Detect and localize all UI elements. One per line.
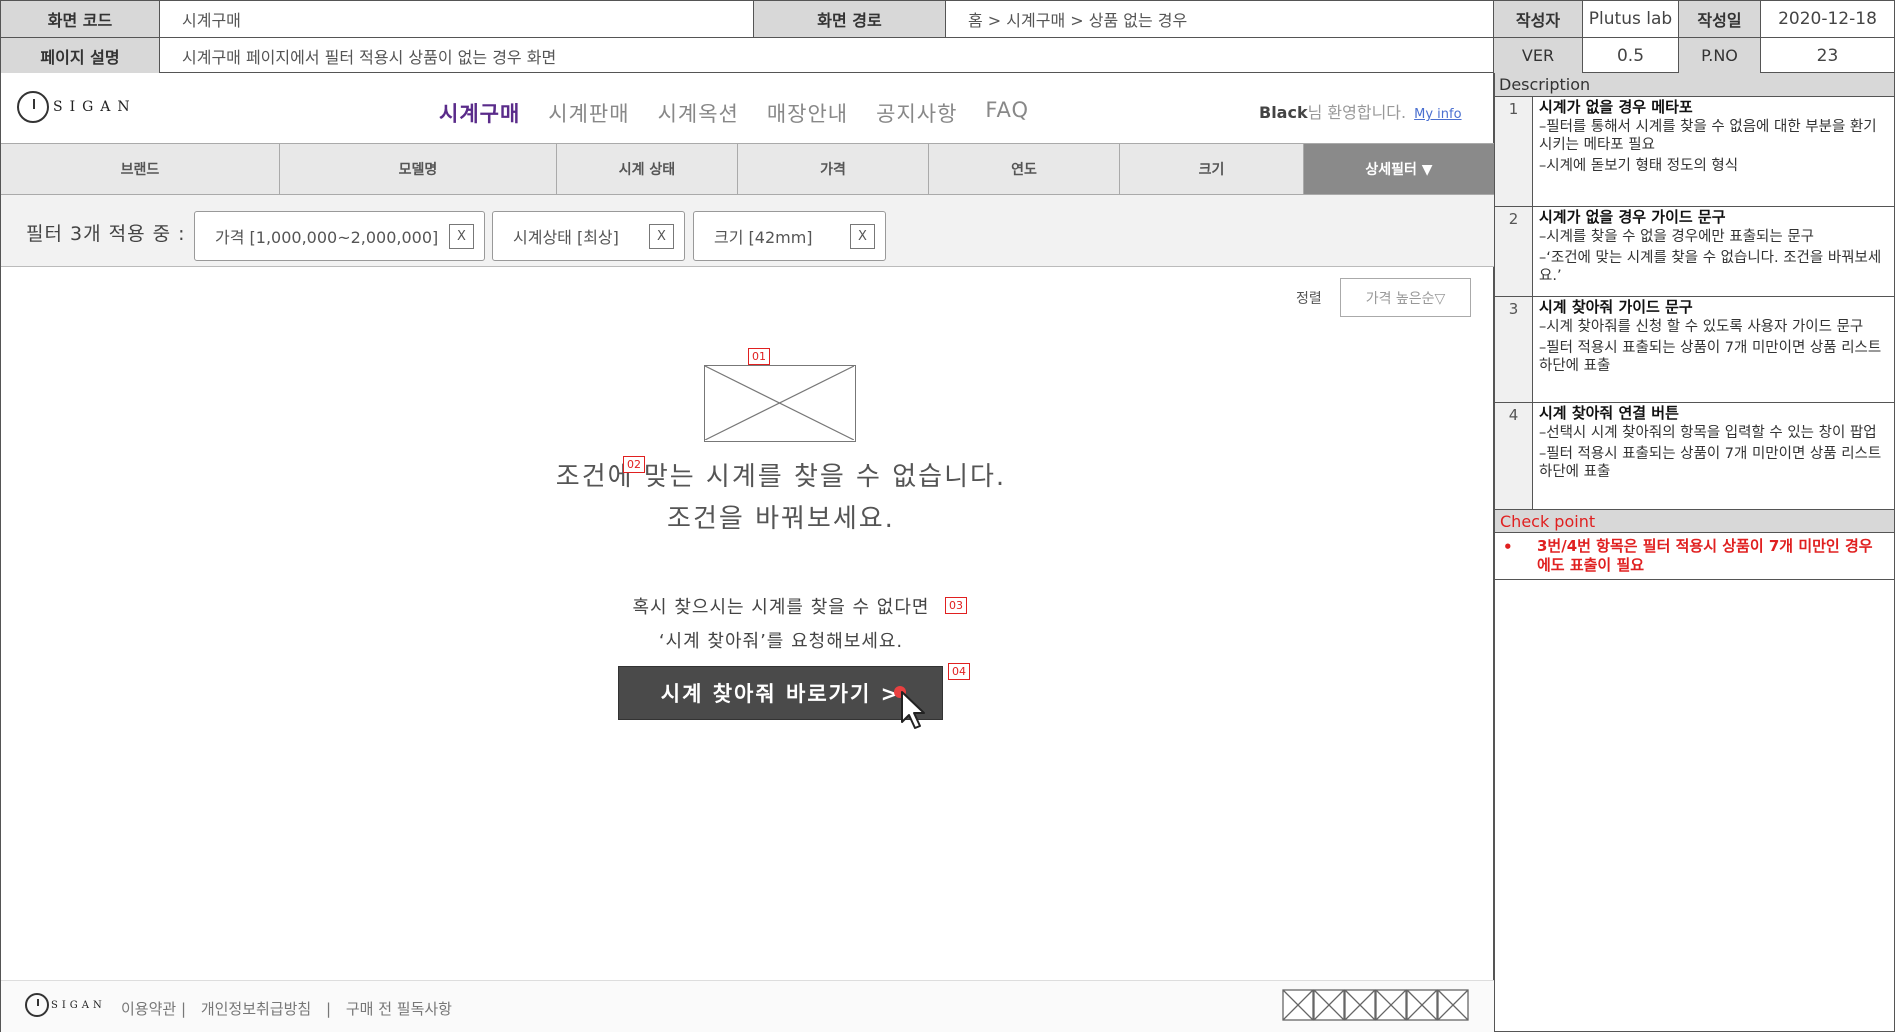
filter-condition[interactable]: 시계 상태	[557, 144, 738, 194]
item-title: 시계가 없을 경우 메타포	[1539, 98, 1693, 116]
description-panel: Description 1 시계가 없을 경우 메타포 –필터를 통해서 시계를…	[1494, 73, 1895, 1032]
user-name: Black	[1259, 103, 1308, 122]
item-title: 시계가 없을 경우 가이드 문구	[1539, 208, 1726, 226]
ver-label: VER	[1494, 38, 1583, 73]
chip-label: 가격 [1,000,000~2,000,000]	[215, 228, 439, 247]
item-line: –‘조건에 맞는 시계를 찾을 수 없습니다. 조건을 바꿔보세요.’	[1539, 250, 1882, 284]
clock-icon	[25, 993, 49, 1017]
checkpoint-item: • 3번/4번 항목은 필터 적용시 상품이 7개 미만인 경우에도 표출이 필…	[1495, 533, 1894, 580]
checkpoint-text: 3번/4번 항목은 필터 적용시 상품이 7개 미만인 경우에도 표출이 필요	[1537, 537, 1873, 574]
item-line: –선택시 시계 찾아줘의 항목을 입력할 수 있는 창이 팝업	[1539, 425, 1877, 441]
description-item: 4 시계 찾아줘 연결 버튼 –선택시 시계 찾아줘의 항목을 입력할 수 있는…	[1495, 403, 1894, 510]
welcome-text: 님 환영합니다.	[1307, 103, 1407, 122]
nav-item-sell[interactable]: 시계판매	[548, 98, 629, 128]
footer-divider: |	[326, 1000, 332, 1018]
find-request-guide-line2: ‘시계 찾아줘’를 요청해보세요.	[658, 631, 904, 652]
image-placeholder-icon	[704, 365, 855, 441]
item-number: 4	[1495, 403, 1533, 509]
clock-icon	[17, 91, 49, 123]
description-item: 1 시계가 없을 경우 메타포 –필터를 통해서 시계를 찾을 수 없음에 대한…	[1495, 97, 1894, 207]
site-logo[interactable]: SIGAN	[17, 91, 137, 123]
item-line: –필터 적용시 표출되는 상품이 7개 미만이면 상품 리스트 하단에 표출	[1539, 340, 1882, 374]
filter-brand[interactable]: 브랜드	[1, 144, 280, 194]
annotation-tag-02: 02	[623, 456, 645, 473]
item-line: –시계를 찾을 수 없을 경우에만 표출되는 문구	[1539, 229, 1815, 245]
terms-link[interactable]: 이용약관 |	[121, 1000, 186, 1018]
welcome-message: Black님 환영합니다. My info	[1259, 99, 1462, 123]
nav-item-auction[interactable]: 시계옥션	[658, 98, 739, 128]
remove-chip-button[interactable]: X	[850, 224, 875, 249]
pre-purchase-notice-link[interactable]: 구매 전 필독사항	[346, 1000, 452, 1018]
ver-value: 0.5	[1583, 38, 1679, 73]
item-number: 3	[1495, 297, 1533, 402]
annotation-tag-03: 03	[945, 597, 967, 614]
detail-filter-button[interactable]: 상세필터 ▼	[1304, 144, 1494, 194]
main-nav: 시계구매 시계판매 시계옥션 매장안내 공지사항 FAQ	[439, 98, 1029, 128]
nav-item-buy[interactable]: 시계구매	[439, 98, 520, 128]
footer-logo-wordmark: SIGAN	[51, 999, 106, 1011]
privacy-link[interactable]: 개인정보취급방침	[201, 1000, 311, 1018]
mouse-cursor-icon	[894, 686, 925, 729]
pno-value: 23	[1816, 45, 1839, 66]
date-value: 2020-12-18	[1761, 1, 1894, 38]
date-label: 작성일	[1679, 1, 1761, 38]
item-number: 1	[1495, 97, 1533, 206]
spec-header-table: 화면 코드 시계구매 화면 경로 홈 > 시계구매 > 상품 없는 경우 작성자…	[0, 0, 1895, 73]
chip-label: 시계상태 [최상]	[513, 228, 619, 247]
empty-result-sub-message: 조건을 바꿔보세요.	[667, 504, 895, 534]
filter-chip-size: 크기 [42mm] X	[693, 211, 886, 261]
description-item: 2 시계가 없을 경우 가이드 문구 –시계를 찾을 수 없을 경우에만 표출되…	[1495, 207, 1894, 297]
chip-label: 크기 [42mm]	[714, 228, 813, 247]
page-desc-label: 페이지 설명	[1, 38, 160, 73]
screen-path-value: 홈 > 시계구매 > 상품 없는 경우	[946, 1, 1494, 38]
footer-badge-placeholders	[1282, 989, 1469, 1021]
item-line: –필터 적용시 표출되는 상품이 7개 미만이면 상품 리스트 하단에 표출	[1539, 446, 1882, 480]
remove-chip-button[interactable]: X	[449, 224, 474, 249]
wireframe-screen: SIGAN 시계구매 시계판매 시계옥션 매장안내 공지사항 FAQ Black…	[0, 73, 1494, 1032]
find-request-guide-line1: 혹시 찾으시는 시계를 찾을 수 없다면	[632, 597, 930, 618]
screen-path-label: 화면 경로	[754, 1, 946, 38]
my-info-link[interactable]: My info	[1414, 107, 1461, 122]
sort-dropdown[interactable]: 가격 높은순▽	[1340, 278, 1471, 317]
filter-price[interactable]: 가격	[738, 144, 929, 194]
remove-chip-button[interactable]: X	[649, 224, 674, 249]
author-value: Plutus lab	[1583, 1, 1679, 38]
filter-model[interactable]: 모델명	[280, 144, 557, 194]
site-footer: SIGAN 이용약관 | 개인정보취급방침 | 구매 전 필독사항	[1, 980, 1494, 1032]
page-desc-value: 시계구매 페이지에서 필터 적용시 상품이 없는 경우 화면	[160, 38, 1494, 73]
empty-result-message: 조건에 맞는 시계를 찾을 수 없습니다.	[555, 462, 1007, 492]
annotation-tag-01: 01	[748, 348, 770, 365]
applied-filters-label: 필터 3개 적용 중 :	[26, 223, 186, 245]
filter-year[interactable]: 연도	[929, 144, 1120, 194]
logo-wordmark: SIGAN	[53, 99, 137, 115]
item-line: –필터를 통해서 시계를 찾을 수 없음에 대한 부분을 환기 시키는 메타포 …	[1539, 119, 1877, 153]
item-title: 시계 찾아줘 가이드 문구	[1539, 298, 1693, 316]
pno-label: P.NO	[1679, 38, 1761, 73]
filter-chip-price: 가격 [1,000,000~2,000,000] X	[194, 211, 485, 261]
bullet-icon: •	[1503, 538, 1513, 556]
author-label: 작성자	[1494, 1, 1583, 38]
footer-logo[interactable]: SIGAN	[25, 993, 106, 1017]
footer-links: 이용약관 | 개인정보취급방침 | 구매 전 필독사항	[121, 998, 462, 1019]
description-item: 3 시계 찾아줘 가이드 문구 –시계 찾아줘를 신청 할 수 있도록 사용자 …	[1495, 297, 1894, 403]
checkpoint-header: Check point	[1495, 510, 1894, 533]
item-title: 시계 찾아줘 연결 버튼	[1539, 404, 1679, 422]
annotation-tag-04: 04	[948, 663, 970, 680]
item-line: –시계 찾아줘를 신청 할 수 있도록 사용자 가이드 문구	[1539, 319, 1864, 335]
screen-code-value: 시계구매	[160, 1, 754, 38]
sort-label: 정렬	[1296, 291, 1322, 307]
screen-code-label: 화면 코드	[1, 1, 160, 38]
nav-item-stores[interactable]: 매장안내	[767, 98, 848, 128]
empty-metaphor-image	[704, 365, 856, 442]
description-header: Description	[1495, 73, 1894, 97]
nav-item-faq[interactable]: FAQ	[985, 98, 1029, 128]
item-line: –시계에 돋보기 형태 정도의 형식	[1539, 158, 1739, 174]
filter-chip-condition: 시계상태 [최상] X	[492, 211, 685, 261]
filter-tabs: 브랜드 모델명 시계 상태 가격 연도 크기 상세필터 ▼	[1, 143, 1494, 195]
nav-item-notice[interactable]: 공지사항	[876, 98, 957, 128]
filter-size[interactable]: 크기	[1120, 144, 1304, 194]
item-number: 2	[1495, 207, 1533, 296]
